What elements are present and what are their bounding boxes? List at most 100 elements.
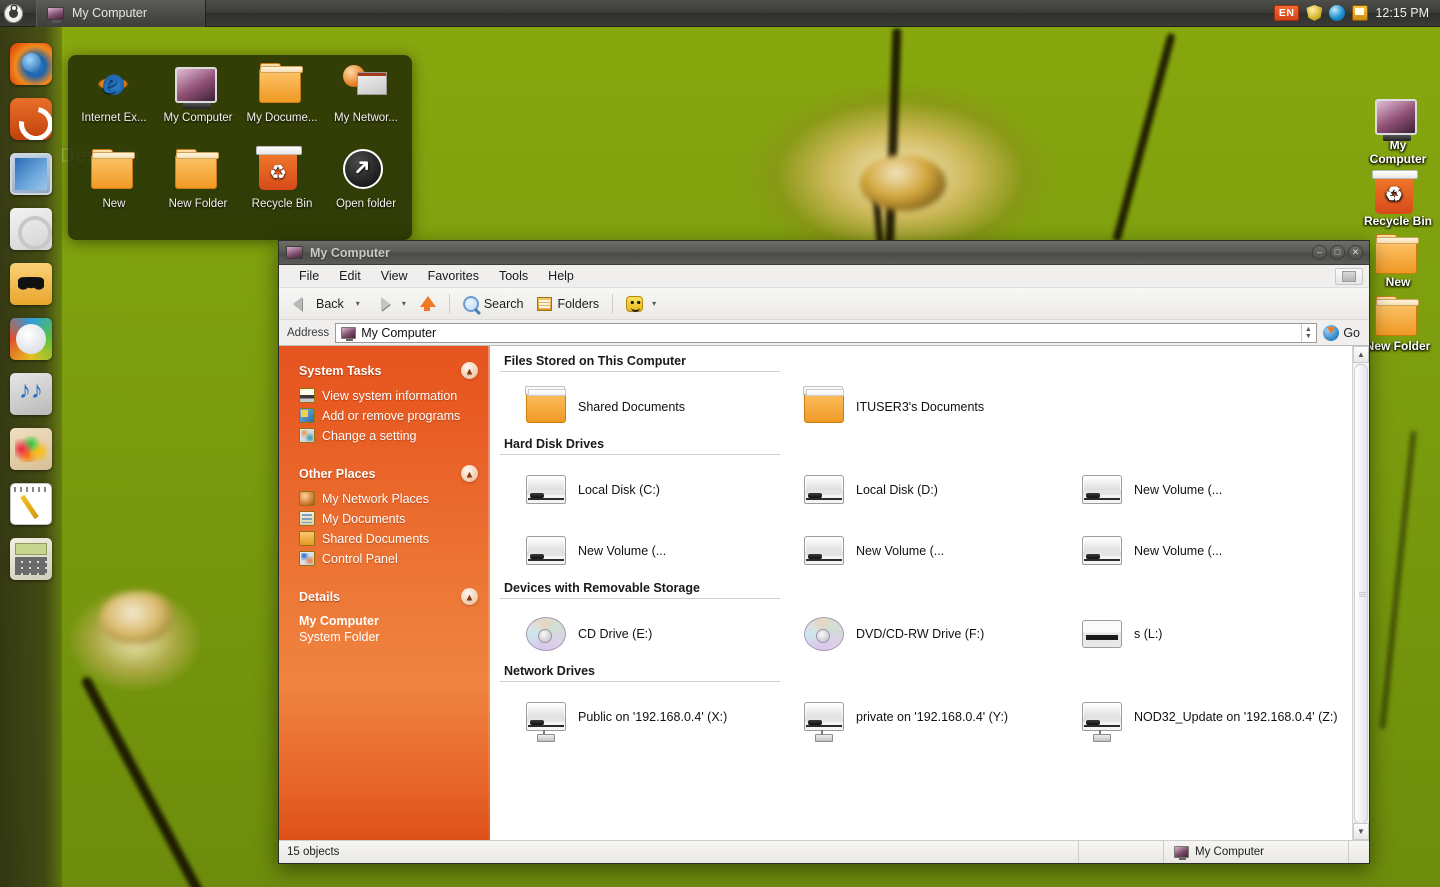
menu-favorites[interactable]: Favorites: [418, 267, 489, 285]
list-item[interactable]: New Volume (...: [1056, 459, 1334, 520]
hard-drive-icon: [804, 536, 844, 565]
desktop-icon-my-computer[interactable]: My Computer: [1362, 95, 1434, 167]
address-label: Address: [287, 327, 329, 339]
views-button[interactable]: ▾: [620, 293, 666, 315]
dock-item-ubuntu-software[interactable]: [0, 91, 62, 146]
sidebar-link-my-documents[interactable]: My Documents: [299, 511, 478, 526]
chevron-up-icon[interactable]: ▲: [461, 588, 478, 605]
chevron-up-icon[interactable]: ▲: [461, 465, 478, 482]
clock[interactable]: 12:15 PM: [1375, 6, 1429, 20]
scrollbar-thumb[interactable]: [1354, 364, 1368, 824]
menu-file[interactable]: File: [289, 267, 329, 285]
sidebar-link-my-network-places[interactable]: My Network Places: [299, 491, 478, 506]
my-computer-icon: [341, 327, 356, 339]
desktop-icon-my-documents[interactable]: My Docume...: [240, 63, 324, 149]
desktop-icon-new[interactable]: New: [1375, 234, 1421, 290]
scroll-down-button[interactable]: ▼: [1353, 823, 1369, 840]
list-item[interactable]: CD Drive (E:): [500, 603, 778, 664]
sidebar-link-shared-documents[interactable]: Shared Documents: [299, 531, 478, 546]
desktop-icon-new-folder[interactable]: New Folder: [1366, 296, 1431, 354]
menu-edit[interactable]: Edit: [329, 267, 371, 285]
list-item[interactable]: New Volume (...: [500, 520, 778, 581]
sidebar-section-header[interactable]: Details ▲: [299, 588, 478, 605]
scroll-up-button[interactable]: ▲: [1353, 346, 1369, 363]
shield-icon[interactable]: [1306, 5, 1322, 21]
group-rule: [500, 598, 780, 599]
back-button[interactable]: Back: [287, 293, 350, 314]
sidebar-section-header[interactable]: System Tasks ▲: [299, 362, 478, 379]
dock-item-music[interactable]: [0, 366, 62, 421]
dock-item-users[interactable]: [0, 256, 62, 311]
desktop-icon-new-folder[interactable]: New Folder: [156, 149, 240, 235]
go-button[interactable]: Go: [1323, 325, 1363, 341]
desktop-icon-internet-explorer[interactable]: Internet Ex...: [72, 63, 156, 149]
sidebar-link-add-or-remove-programs[interactable]: Add or remove programs: [299, 408, 478, 423]
list-item[interactable]: DVD/CD-RW Drive (F:): [778, 603, 1056, 664]
chevron-up-icon[interactable]: ▲: [461, 362, 478, 379]
window-switcher-icon[interactable]: [1352, 5, 1368, 21]
group-header: Files Stored on This Computer: [500, 354, 1369, 371]
wallpaper-stem: [1379, 431, 1416, 730]
language-indicator[interactable]: EN: [1274, 5, 1300, 21]
up-button[interactable]: [412, 293, 442, 315]
vertical-scrollbar[interactable]: ▲ ▼: [1352, 346, 1369, 840]
desktop-icon-my-network-places[interactable]: My Networ...: [324, 63, 408, 149]
dock-item-settings[interactable]: [0, 201, 62, 256]
desktop-icon-recycle-bin[interactable]: Recycle Bin: [240, 149, 324, 235]
list-item[interactable]: Public on '192.168.0.4' (X:): [500, 686, 778, 747]
sidebar-link-control-panel[interactable]: Control Panel: [299, 551, 478, 566]
dock-item-notes[interactable]: [0, 476, 62, 531]
details-primary: My Computer: [299, 614, 478, 630]
sidebar-link-change-a-setting[interactable]: Change a setting: [299, 428, 478, 443]
dock-item-firefox[interactable]: [0, 36, 62, 91]
dock-item-gimp[interactable]: [0, 421, 62, 476]
search-icon: [463, 296, 479, 312]
maximize-button[interactable]: □: [1330, 245, 1345, 260]
address-value: My Computer: [361, 326, 436, 340]
list-item[interactable]: s (L:): [1056, 603, 1334, 664]
address-input[interactable]: My Computer ▲▼: [335, 323, 1317, 343]
desktop-icon-new[interactable]: New: [72, 149, 156, 235]
show-desktop-icon: [10, 153, 52, 195]
blue-circle-icon[interactable]: [1329, 5, 1345, 21]
search-button[interactable]: Search: [457, 293, 530, 315]
close-button[interactable]: ✕: [1348, 245, 1363, 260]
list-item[interactable]: ITUSER3's Documents: [778, 376, 1056, 437]
forward-arrow-icon: [372, 296, 390, 311]
window-title-bar[interactable]: My Computer – □ ✕: [279, 241, 1369, 265]
desktop-icon-recycle-bin[interactable]: Recycle Bin: [1364, 173, 1432, 229]
list-item[interactable]: NOD32_Update on '192.168.0.4' (Z:): [1056, 686, 1334, 747]
list-item[interactable]: New Volume (...: [778, 520, 1056, 581]
desktop-icon-my-computer[interactable]: My Computer: [156, 63, 240, 149]
ubuntu-logo-icon[interactable]: [0, 0, 27, 27]
dock-item-calculator[interactable]: [0, 531, 62, 586]
desktop-icon-label: Recycle Bin: [1364, 215, 1432, 229]
ubuntu-icon: [10, 98, 52, 140]
list-item[interactable]: Local Disk (D:): [778, 459, 1056, 520]
menu-help[interactable]: Help: [538, 267, 584, 285]
sidebar-link-view-system-information[interactable]: View system information: [299, 388, 478, 403]
list-item[interactable]: New Volume (...: [1056, 520, 1334, 581]
desktop-icon-open-folder[interactable]: Open folder: [324, 149, 408, 235]
forward-dropdown-caret-icon[interactable]: ▾: [398, 299, 410, 308]
dock-item-amarok[interactable]: [0, 311, 62, 366]
recycle-bin-icon: [259, 152, 297, 190]
list-item[interactable]: private on '192.168.0.4' (Y:): [778, 686, 1056, 747]
sidebar-section-header[interactable]: Other Places ▲: [299, 465, 478, 482]
list-item[interactable]: Shared Documents: [500, 376, 778, 437]
views-dropdown-caret-icon[interactable]: ▾: [648, 299, 660, 308]
dock-item-show-desktop[interactable]: [0, 146, 62, 201]
folder-icon: [804, 391, 844, 423]
menu-bar-logo: [1335, 268, 1363, 285]
list-item[interactable]: Local Disk (C:): [500, 459, 778, 520]
forward-button[interactable]: [366, 293, 396, 314]
menu-view[interactable]: View: [371, 267, 418, 285]
back-dropdown-caret-icon[interactable]: ▾: [352, 299, 364, 308]
address-dropdown-icon[interactable]: ▲▼: [1301, 324, 1314, 342]
minimize-button[interactable]: –: [1312, 245, 1327, 260]
desktop-icon-label: New: [1386, 276, 1411, 290]
taskbar-button-my-computer[interactable]: My Computer: [36, 0, 206, 27]
go-button-label: Go: [1343, 326, 1360, 340]
folders-button[interactable]: Folders: [531, 294, 605, 314]
menu-tools[interactable]: Tools: [489, 267, 538, 285]
